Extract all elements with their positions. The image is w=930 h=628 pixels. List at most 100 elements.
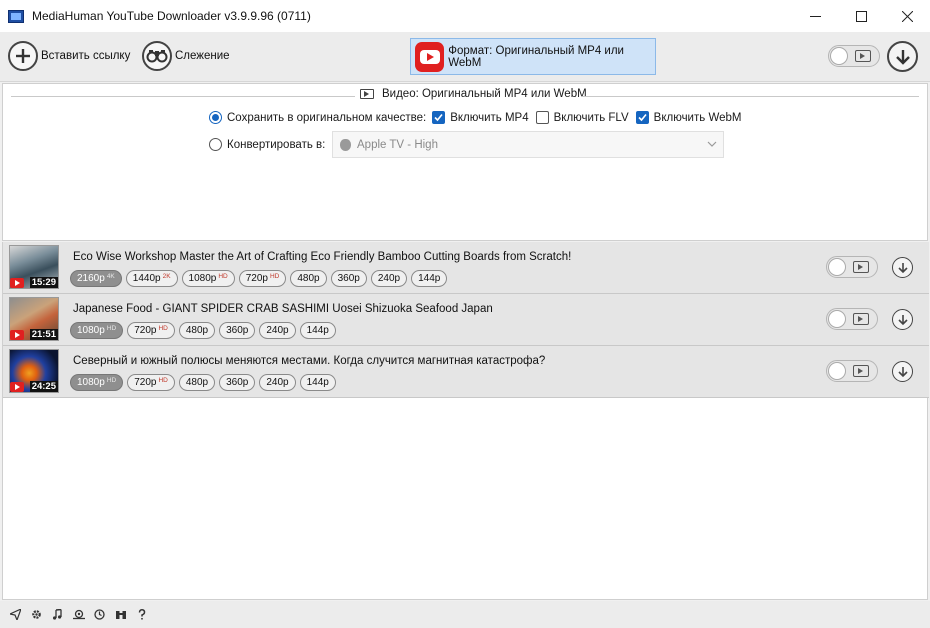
quality-option-1440p[interactable]: 1440p 2K xyxy=(125,270,178,287)
quality-label: 720p xyxy=(134,325,157,336)
film-icon xyxy=(853,365,869,377)
maximize-button[interactable] xyxy=(838,0,884,32)
settings-header: Видео: Оригинальный MP4 или WebM xyxy=(3,88,927,104)
quality-label: 1080p xyxy=(188,273,217,284)
convert-radio[interactable] xyxy=(209,138,222,151)
quality-option-144p[interactable]: 144p xyxy=(299,374,336,391)
quality-option-360p[interactable]: 360p xyxy=(330,270,367,287)
format-label: Формат: Оригинальный MP4 или WebM xyxy=(448,44,624,69)
close-icon xyxy=(901,10,913,22)
youtube-icon xyxy=(10,330,24,340)
quality-option-240p[interactable]: 240p xyxy=(259,322,296,339)
include-mp4-label: Включить MP4 xyxy=(450,111,529,124)
download-icon xyxy=(897,366,908,377)
window-controls xyxy=(792,0,930,32)
youtube-icon xyxy=(415,41,445,72)
convert-row: Конвертировать в: xyxy=(209,138,325,151)
toggle-knob xyxy=(828,310,846,328)
film-icon xyxy=(853,261,869,273)
download-all-button[interactable] xyxy=(887,41,918,72)
quality-badge: 2K xyxy=(162,273,171,280)
quality-label: 240p xyxy=(266,325,289,336)
check-icon xyxy=(638,113,647,122)
video-duration: 24:25 xyxy=(29,381,58,392)
divider xyxy=(581,96,919,97)
quality-label: 360p xyxy=(226,377,249,388)
include-mp4-checkbox[interactable] xyxy=(432,111,446,124)
quality-option-1080p[interactable]: 1080p HD xyxy=(70,322,124,339)
settings-title-text: Видео: Оригинальный MP4 или WebM xyxy=(382,88,587,100)
download-icon xyxy=(897,262,908,273)
quality-option-2160p[interactable]: 2160p 4K xyxy=(70,270,122,287)
quality-option-720p[interactable]: 720p HD xyxy=(127,322,175,339)
include-webm-checkbox[interactable] xyxy=(635,111,649,124)
quality-label: 1080p xyxy=(77,325,105,336)
quality-option-1080p[interactable]: 1080p HD xyxy=(70,374,124,391)
app-icon xyxy=(8,9,24,23)
quality-label: 480p xyxy=(185,325,209,336)
convert-label: Конвертировать в: xyxy=(227,138,326,151)
video-title: Japanese Food - GIANT SPIDER CRAB SASHIM… xyxy=(73,303,493,315)
settings-title: Видео: Оригинальный MP4 или WebM xyxy=(360,88,587,100)
quality-list: 1080p HD 720p HD 480p 360p 240p 144p xyxy=(70,322,340,339)
close-button[interactable] xyxy=(884,0,930,32)
quality-option-1080p[interactable]: 1080p HD xyxy=(181,270,235,287)
save-original-radio[interactable] xyxy=(209,111,222,124)
quality-option-480p[interactable]: 480p xyxy=(178,374,216,391)
quality-label: 1440p xyxy=(132,273,161,284)
video-toggle[interactable] xyxy=(826,256,878,278)
minimize-button[interactable] xyxy=(792,0,838,32)
quality-label: 2160p xyxy=(77,273,105,284)
toolbar: Вставить ссылку Слежение Формат: Оригина… xyxy=(0,32,930,82)
gear-icon[interactable] xyxy=(31,609,43,621)
video-toggle[interactable] xyxy=(826,360,878,382)
quality-option-480p[interactable]: 480p xyxy=(178,322,216,339)
quality-label: 360p xyxy=(226,325,249,336)
video-row[interactable]: 24:25 Северный и южный полюсы меняются м… xyxy=(3,346,929,398)
window-title: MediaHuman YouTube Downloader v3.9.9.96 … xyxy=(32,9,311,23)
binoculars-icon[interactable] xyxy=(115,609,127,621)
quality-option-720p[interactable]: 720p HD xyxy=(238,270,287,287)
status-bar xyxy=(0,601,930,628)
download-button[interactable] xyxy=(892,309,913,330)
send-icon[interactable] xyxy=(10,609,22,621)
quality-label: 720p xyxy=(245,273,268,284)
music-note-icon[interactable] xyxy=(52,609,64,621)
video-thumbnail: 21:51 xyxy=(9,297,59,341)
quality-option-480p[interactable]: 480p xyxy=(290,270,327,287)
paste-link-button[interactable]: Вставить ссылку xyxy=(8,40,130,72)
include-flv-checkbox[interactable] xyxy=(535,111,549,124)
quality-option-360p[interactable]: 360p xyxy=(219,374,256,391)
quality-option-720p[interactable]: 720p HD xyxy=(127,374,175,391)
quality-list: 2160p 4K 1440p 2K 1080p HD 720p HD 480p 360p 240p 1… xyxy=(70,270,451,287)
quality-badge: HD xyxy=(106,325,117,332)
clock-icon[interactable] xyxy=(94,609,106,621)
help-icon[interactable] xyxy=(136,609,148,621)
include-flv-label: Включить FLV xyxy=(553,111,629,124)
title-bar: MediaHuman YouTube Downloader v3.9.9.96 … xyxy=(0,0,930,32)
toolbar-video-toggle[interactable] xyxy=(828,45,880,67)
divider xyxy=(11,96,355,97)
quality-option-144p[interactable]: 144p xyxy=(411,270,448,287)
format-button[interactable]: Формат: Оригинальный MP4 или WebM xyxy=(410,38,656,75)
quality-option-144p[interactable]: 144p xyxy=(299,322,336,339)
video-thumbnail: 15:29 xyxy=(9,245,59,289)
quality-label: 240p xyxy=(266,377,289,388)
quality-label: 144p xyxy=(306,325,329,336)
video-list: 15:29 Eco Wise Workshop Master the Art o… xyxy=(2,242,929,600)
tracking-button[interactable]: Слежение xyxy=(142,40,230,72)
quality-label: 240p xyxy=(377,273,401,284)
snail-icon[interactable] xyxy=(72,609,85,621)
film-icon xyxy=(853,313,869,325)
video-toggle[interactable] xyxy=(826,308,878,330)
quality-option-240p[interactable]: 240p xyxy=(259,374,296,391)
quality-option-360p[interactable]: 360p xyxy=(219,322,256,339)
quality-option-240p[interactable]: 240p xyxy=(370,270,408,287)
convert-format-select[interactable]: Apple TV - High xyxy=(332,131,724,158)
video-row[interactable]: 15:29 Eco Wise Workshop Master the Art o… xyxy=(3,242,929,294)
download-button[interactable] xyxy=(892,257,913,278)
download-button[interactable] xyxy=(892,361,913,382)
check-icon xyxy=(434,113,443,122)
video-row[interactable]: 21:51 Japanese Food - GIANT SPIDER CRAB … xyxy=(3,294,929,346)
minimize-icon xyxy=(809,15,821,17)
